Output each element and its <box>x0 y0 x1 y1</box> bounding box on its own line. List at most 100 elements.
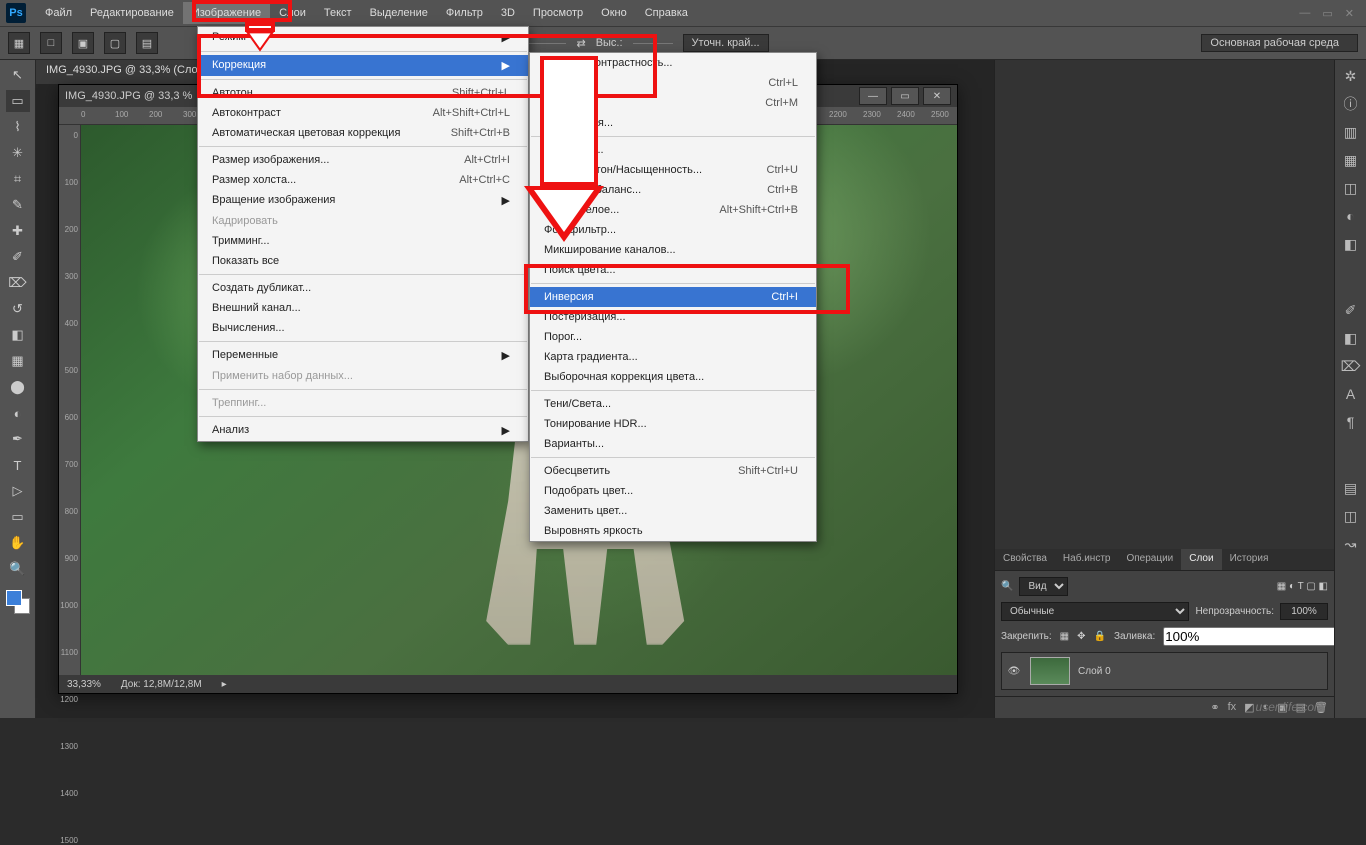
layer-fx-icon[interactable]: fx <box>1228 701 1237 714</box>
menu-item[interactable]: Яркость/Контрастность... <box>530 53 816 73</box>
selection-intersect-icon[interactable]: ▤ <box>136 32 158 54</box>
menu-item[interactable]: Режим▶ <box>198 27 528 48</box>
selection-add-icon[interactable]: ▣ <box>72 32 94 54</box>
blend-mode-select[interactable]: Обычные <box>1001 602 1189 621</box>
close-icon[interactable]: ✕ <box>1345 7 1354 20</box>
menu-item[interactable]: Тримминг... <box>198 231 528 251</box>
selection-subtract-icon[interactable]: ▢ <box>104 32 126 54</box>
workspace-selector[interactable]: Основная рабочая среда <box>1201 34 1358 52</box>
paths-panel-icon[interactable]: ↝ <box>1341 534 1361 554</box>
history-brush-tool-icon[interactable]: ↺ <box>6 298 30 320</box>
menu-текст[interactable]: Текст <box>315 2 361 24</box>
menu-изображение[interactable]: Изображение <box>183 2 270 24</box>
histogram-icon[interactable]: ▥ <box>1341 122 1361 142</box>
menu-item[interactable]: Кривые...Ctrl+M <box>530 93 816 113</box>
pen-tool-icon[interactable]: ✒ <box>6 428 30 450</box>
layers-panel-icon[interactable]: ▤ <box>1341 478 1361 498</box>
menu-item[interactable]: Выборочная коррекция цвета... <box>530 367 816 387</box>
menu-item[interactable]: Вибрация... <box>530 140 816 160</box>
menu-item[interactable]: АвтоконтрастAlt+Shift+Ctrl+L <box>198 103 528 123</box>
menu-item[interactable]: Коррекция▶ <box>198 55 528 76</box>
menu-item[interactable]: Микширование каналов... <box>530 240 816 260</box>
menu-файл[interactable]: Файл <box>36 2 81 24</box>
opacity-field[interactable] <box>1280 603 1328 620</box>
eyedropper-tool-icon[interactable]: ✎ <box>6 194 30 216</box>
maximize-icon[interactable]: ▭ <box>1322 7 1332 20</box>
refine-edge-button[interactable]: Уточн. край... <box>683 34 769 52</box>
menu-item[interactable]: ИнверсияCtrl+I <box>530 287 816 307</box>
layer-filter-select[interactable]: Вид <box>1019 577 1068 596</box>
menu-item[interactable]: Подобрать цвет... <box>530 481 816 501</box>
menu-item[interactable]: Автоматическая цветовая коррекцияShift+C… <box>198 123 528 143</box>
marquee-tool-icon[interactable]: ▭ <box>6 90 30 112</box>
clone-source-icon[interactable]: ⌦ <box>1341 356 1361 376</box>
type-tool-icon[interactable]: T <box>6 454 30 476</box>
selection-new-icon[interactable]: □ <box>40 32 62 54</box>
menu-item[interactable]: Размер изображения...Alt+Ctrl+I <box>198 150 528 170</box>
lasso-tool-icon[interactable]: ⌇ <box>6 116 30 138</box>
color-panel-icon[interactable]: ▦ <box>1341 150 1361 170</box>
lock-pixels-icon[interactable]: ▦ <box>1060 631 1069 642</box>
dodge-tool-icon[interactable]: ◐ <box>6 402 30 424</box>
layer-row[interactable]: 👁 Слой 0 <box>1001 652 1328 690</box>
menu-item[interactable]: Внешний канал... <box>198 298 528 318</box>
menu-item[interactable]: Переменные▶ <box>198 345 528 366</box>
hand-tool-icon[interactable]: ✋ <box>6 532 30 554</box>
width-field[interactable] <box>526 43 566 44</box>
menu-item[interactable]: Варианты... <box>530 434 816 454</box>
menu-item[interactable]: Карта градиента... <box>530 347 816 367</box>
zoom-tool-icon[interactable]: 🔍 <box>6 558 30 580</box>
layer-thumbnail[interactable] <box>1030 657 1070 685</box>
adjustments-panel-icon[interactable]: ◐ <box>1341 206 1361 226</box>
menu-item[interactable]: Тонирование HDR... <box>530 414 816 434</box>
move-tool-icon[interactable]: ↖ <box>6 64 30 86</box>
menu-item[interactable]: Цветовой баланс...Ctrl+B <box>530 180 816 200</box>
doc-close-icon[interactable]: ✕ <box>923 87 951 105</box>
menu-справка[interactable]: Справка <box>636 2 697 24</box>
brush-tool-icon[interactable]: ✐ <box>6 246 30 268</box>
minimize-icon[interactable]: — <box>1299 7 1310 20</box>
menu-item[interactable]: Фотофильтр... <box>530 220 816 240</box>
info-panel-icon[interactable]: ⓘ <box>1341 94 1361 114</box>
styles-panel-icon[interactable]: ◧ <box>1341 234 1361 254</box>
menu-item[interactable]: Показать все <box>198 251 528 271</box>
color-swatch[interactable] <box>6 590 30 614</box>
path-select-tool-icon[interactable]: ▷ <box>6 480 30 502</box>
panel-tab-4[interactable]: История <box>1222 549 1277 570</box>
fill-field[interactable] <box>1163 627 1344 646</box>
layer-name[interactable]: Слой 0 <box>1078 666 1111 677</box>
menu-выделение[interactable]: Выделение <box>361 2 437 24</box>
paragraph-panel-icon[interactable]: ¶ <box>1341 412 1361 432</box>
link-layers-icon[interactable]: ⚭ <box>1210 701 1219 714</box>
menu-item[interactable]: Вращение изображения▶ <box>198 190 528 211</box>
history-panel-icon[interactable]: ✲ <box>1341 66 1361 86</box>
menu-item[interactable]: Создать дубликат... <box>198 278 528 298</box>
menu-item[interactable]: ОбесцветитьShift+Ctrl+U <box>530 461 816 481</box>
stamp-tool-icon[interactable]: ⌦ <box>6 272 30 294</box>
menu-item[interactable]: Поиск цвета... <box>530 260 816 280</box>
panel-tab-2[interactable]: Операции <box>1118 549 1181 570</box>
lock-all-icon[interactable]: 🔒 <box>1094 631 1106 642</box>
menu-item[interactable]: Черно-белое...Alt+Shift+Ctrl+B <box>530 200 816 220</box>
menu-item[interactable]: АвтотонShift+Ctrl+L <box>198 83 528 103</box>
lock-position-icon[interactable]: ✥ <box>1077 631 1085 642</box>
doc-minimize-icon[interactable]: — <box>859 87 887 105</box>
menu-item[interactable]: Выровнять яркость <box>530 521 816 541</box>
menu-просмотр[interactable]: Просмотр <box>524 2 592 24</box>
menu-3d[interactable]: 3D <box>492 2 524 24</box>
panel-tab-1[interactable]: Наб.инстр <box>1055 549 1119 570</box>
visibility-icon[interactable]: 👁 <box>1006 666 1022 677</box>
menu-item[interactable]: Уровни...Ctrl+L <box>530 73 816 93</box>
height-field[interactable] <box>633 43 673 44</box>
tool-preset-icon[interactable]: ▦ <box>8 32 30 54</box>
panel-tab-0[interactable]: Свойства <box>995 549 1055 570</box>
menu-item[interactable]: Постеризация... <box>530 307 816 327</box>
channels-panel-icon[interactable]: ◫ <box>1341 506 1361 526</box>
zoom-value[interactable]: 33,33% <box>67 679 101 690</box>
swatches-panel-icon[interactable]: ◫ <box>1341 178 1361 198</box>
swap-icon[interactable]: ⇄ <box>576 37 585 50</box>
layer-mask-icon[interactable]: ◩ <box>1244 701 1254 714</box>
doc-maximize-icon[interactable]: ▭ <box>891 87 919 105</box>
quick-select-tool-icon[interactable]: ✳ <box>6 142 30 164</box>
menu-окно[interactable]: Окно <box>592 2 636 24</box>
